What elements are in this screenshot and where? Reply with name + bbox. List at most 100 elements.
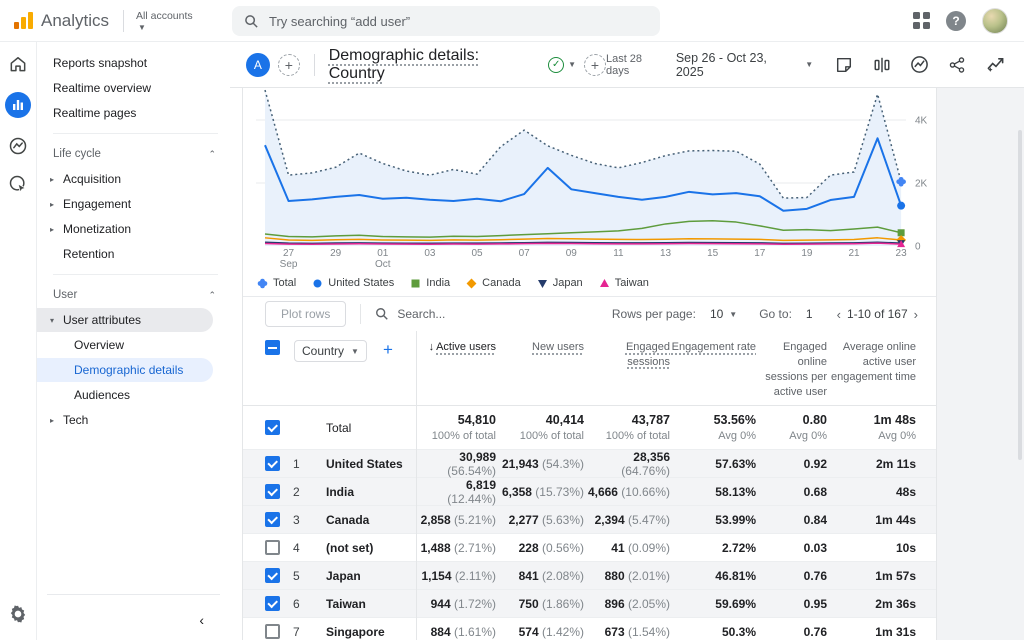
report-status-chip[interactable]: ✓ ▼ <box>548 57 576 73</box>
row-checkbox[interactable] <box>265 484 280 499</box>
report-content: 02K4K27Sep2901Oct0305070911131517192123 … <box>230 88 1024 640</box>
prev-page-button[interactable]: ‹ <box>831 307 847 322</box>
metric-cell: 21,943 (54.3%) <box>496 457 584 471</box>
sidebar-section-life-cycle[interactable]: Life cycle⌃ <box>37 142 230 166</box>
row-checkbox[interactable] <box>265 624 280 639</box>
row-number: 4 <box>293 541 311 555</box>
advertising-icon[interactable] <box>8 174 28 194</box>
add-report-button[interactable]: + <box>584 54 606 76</box>
row-checkbox[interactable] <box>265 512 280 527</box>
column-header-active-users[interactable]: ↓Active users <box>416 340 496 405</box>
admin-gear-icon[interactable] <box>8 604 28 624</box>
collapse-sidebar-button[interactable]: ‹ <box>199 612 204 628</box>
svg-text:21: 21 <box>848 248 860 259</box>
legend-label: Canada <box>482 277 521 289</box>
account-picker[interactable]: All accounts ▼ <box>136 10 193 32</box>
row-checkbox[interactable] <box>265 596 280 611</box>
sidebar-item-acquisition[interactable]: ▸Acquisition <box>37 167 230 191</box>
date-range-picker[interactable]: Sep 26 - Oct 23, 2025 <box>676 51 797 79</box>
scrollbar[interactable] <box>1018 130 1022 460</box>
svg-text:01: 01 <box>377 248 389 259</box>
sidebar-footer: ‹ <box>37 594 230 640</box>
chevron-down-icon[interactable]: ▼ <box>729 310 737 319</box>
goto-page-input[interactable]: 1 <box>806 307 813 321</box>
svg-text:15: 15 <box>707 248 719 259</box>
sidebar-item-user-attributes[interactable]: ▾User attributes <box>37 308 213 332</box>
sidebar-item-monetization[interactable]: ▸Monetization <box>37 217 230 241</box>
sidebar-item-label: Monetization <box>63 222 131 236</box>
sidebar-item-overview[interactable]: Overview <box>37 333 230 357</box>
chevron-down-icon: ▼ <box>138 23 146 32</box>
apps-grid-icon[interactable] <box>913 12 930 29</box>
row-number: 2 <box>293 485 311 499</box>
row-number: 3 <box>293 513 311 527</box>
share-icon[interactable] <box>942 50 972 80</box>
metric-cell: 228 (0.56%) <box>496 541 584 555</box>
global-search-input[interactable]: Try searching “add user” <box>232 6 660 36</box>
next-page-button[interactable]: › <box>908 307 924 322</box>
metric-cell: 2,394 (5.47%) <box>584 513 670 527</box>
svg-text:Oct: Oct <box>375 259 391 270</box>
explore-icon[interactable] <box>8 136 28 156</box>
comparison-icon[interactable] <box>867 50 897 80</box>
sidebar-item-tech[interactable]: ▸Tech <box>37 408 230 432</box>
sidebar-section-user[interactable]: User⌃ <box>37 283 230 307</box>
dimension-select[interactable]: Country ▼ <box>294 340 367 362</box>
sidebar-item-reports-snapshot[interactable]: Reports snapshot <box>37 51 230 75</box>
plot-rows-button[interactable]: Plot rows <box>265 301 346 327</box>
rows-per-page-select[interactable]: 10 <box>710 307 723 321</box>
row-checkbox[interactable] <box>265 456 280 471</box>
legend-item-canada[interactable]: Canada <box>466 277 521 289</box>
sidebar-item-engagement[interactable]: ▸Engagement <box>37 192 230 216</box>
table-row-united-states: 1United States30,989 (56.54%)21,943 (54.… <box>243 449 936 477</box>
row-checkbox[interactable] <box>265 540 280 555</box>
row-checkbox[interactable] <box>265 568 280 583</box>
help-icon[interactable]: ? <box>946 11 966 31</box>
reports-icon[interactable] <box>5 92 31 118</box>
legend-item-india[interactable]: India <box>410 277 450 289</box>
column-header-engaged-online-sessions-per-active-user[interactable]: Engaged online sessions per active user <box>756 340 827 405</box>
column-header-engaged-sessions[interactable]: Engaged sessions <box>584 340 670 405</box>
sidebar-item-demographic-details[interactable]: Demographic details <box>37 358 213 382</box>
svg-text:07: 07 <box>519 248 531 259</box>
svg-text:Sep: Sep <box>280 259 298 270</box>
table-row--not-set-: 4(not set)1,488 (2.71%)228 (0.56%)41 (0.… <box>243 533 936 561</box>
country-name: India <box>326 485 354 499</box>
legend-item-united-states[interactable]: United States <box>312 277 394 289</box>
top-actions: ? <box>913 8 1024 34</box>
metric-cell: 0.92 <box>756 457 827 471</box>
legend-item-total[interactable]: Total <box>257 277 296 289</box>
sidebar-item-retention[interactable]: Retention <box>37 242 230 266</box>
report-title[interactable]: Demographic details: Country <box>329 47 538 83</box>
legend-item-japan[interactable]: Japan <box>537 277 583 289</box>
sidebar-item-realtime-pages[interactable]: Realtime pages <box>37 101 230 125</box>
select-all-checkbox[interactable] <box>265 340 280 355</box>
explore-report-icon[interactable] <box>980 50 1010 80</box>
diamond-marker-icon <box>466 278 477 289</box>
svg-text:2K: 2K <box>915 179 928 190</box>
add-column-button[interactable]: + <box>383 340 393 360</box>
total-row-checkbox[interactable] <box>265 420 280 435</box>
sidebar-item-realtime-overview[interactable]: Realtime overview <box>37 76 230 100</box>
notes-icon[interactable] <box>829 50 859 80</box>
column-header-engagement-rate[interactable]: Engagement rate <box>670 340 756 405</box>
column-header-average-online-active-user-engagement-time[interactable]: Average online active user engagement ti… <box>827 340 916 405</box>
column-header-new-users[interactable]: New users <box>496 340 584 405</box>
column-divider <box>416 331 417 640</box>
table-search-input[interactable]: Search... <box>375 307 445 321</box>
right-gutter <box>937 88 1024 640</box>
metric-cell: 53.99% <box>670 513 756 527</box>
insights-icon[interactable] <box>905 50 935 80</box>
metric-cell: 0.68 <box>756 485 827 499</box>
add-comparison-button[interactable]: + <box>278 54 300 76</box>
legend-item-taiwan[interactable]: Taiwan <box>599 277 649 289</box>
sidebar-item-audiences[interactable]: Audiences <box>37 383 230 407</box>
metric-cell: 41 (0.09%) <box>584 541 670 555</box>
property-avatar[interactable]: A <box>246 53 270 77</box>
sidebar-item-label: Reports snapshot <box>53 56 147 70</box>
chevron-down-icon: ▼ <box>568 60 576 69</box>
metric-cell: 884 (1.61%) <box>416 625 496 639</box>
home-icon[interactable] <box>8 54 28 74</box>
metric-cell: 1m 31s <box>827 625 916 639</box>
user-avatar[interactable] <box>982 8 1008 34</box>
